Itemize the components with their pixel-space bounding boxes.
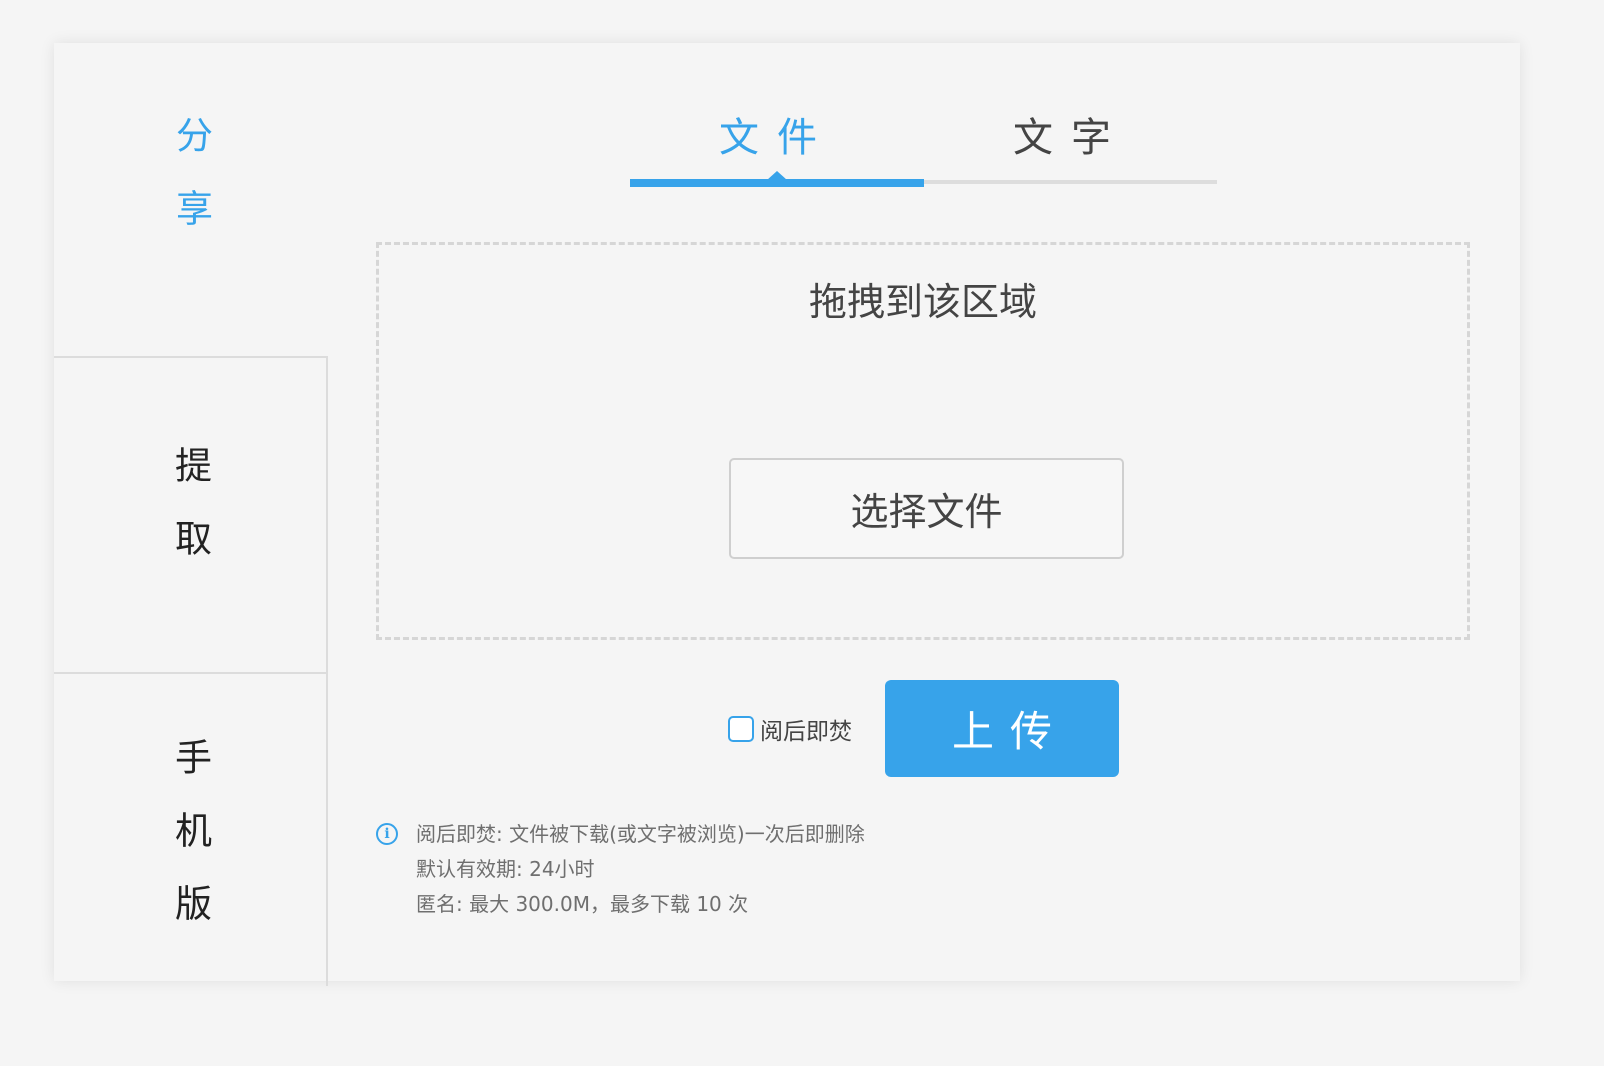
- tab-caret-icon: [767, 171, 787, 180]
- info-line: 阅后即焚: 文件被下载(或文字被浏览)一次后即删除: [416, 822, 865, 846]
- info-notes: 阅后即焚: 文件被下载(或文字被浏览)一次后即删除 默认有效期: 24小时 匿名…: [416, 818, 865, 923]
- tab-bar: 文件 文字: [630, 93, 1217, 189]
- sidebar-item-label: 手机版: [168, 737, 212, 957]
- sidebar-item-share[interactable]: 分享: [54, 43, 328, 356]
- sidebar-item-label: 分享: [169, 115, 213, 262]
- choose-file-button[interactable]: 选择文件: [729, 458, 1124, 559]
- tab-file[interactable]: 文件: [630, 93, 924, 183]
- sidebar-item-label: 提取: [168, 446, 212, 592]
- sidebar-item-extract[interactable]: 提取: [54, 356, 328, 672]
- drop-zone-title: 拖拽到该区域: [808, 280, 1037, 324]
- main-card: 分享 提取 手机版 文件 文字 拖拽到该区域 选择文件 阅后即焚 上传 i 阅后…: [54, 43, 1520, 986]
- info-line: 默认有效期: 24小时: [416, 857, 595, 881]
- burn-after-read-checkbox[interactable]: [728, 716, 754, 742]
- info-icon: i: [376, 823, 398, 845]
- sidebar: 分享 提取 手机版: [54, 43, 328, 986]
- sidebar-item-mobile[interactable]: 手机版: [54, 672, 328, 986]
- info-line: 匿名: 最大 300.0M，最多下载 10 次: [416, 892, 749, 916]
- file-drop-zone[interactable]: 拖拽到该区域 选择文件: [376, 242, 1470, 640]
- burn-after-read-label: 阅后即焚: [760, 719, 852, 745]
- upload-button[interactable]: 上传: [885, 680, 1119, 777]
- tab-active-indicator: [630, 179, 924, 187]
- tab-text[interactable]: 文字: [924, 93, 1218, 183]
- burn-after-read-option[interactable]: 阅后即焚: [728, 713, 852, 745]
